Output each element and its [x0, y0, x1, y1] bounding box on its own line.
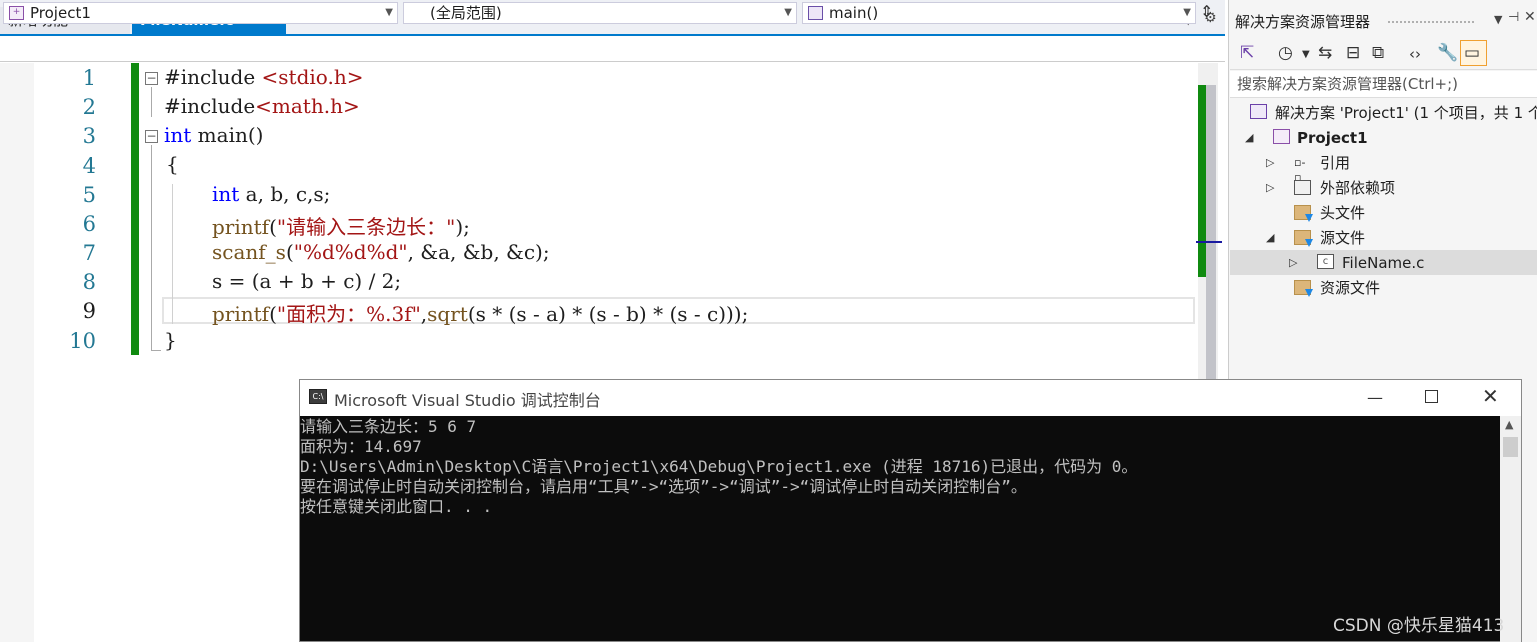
navigation-bar — [0, 36, 1225, 62]
chevron-down-icon[interactable]: ▼ — [1494, 13, 1502, 26]
scrollbar-change-marker — [1198, 85, 1206, 277]
change-tracking-bar — [131, 63, 139, 355]
references-icon: ▫-▫ — [1294, 156, 1306, 184]
tree-item-header-files[interactable]: 头文件 — [1320, 201, 1365, 225]
chevron-down-icon[interactable]: ▼ — [1302, 49, 1310, 60]
line-number: 2 — [82, 95, 96, 119]
code-line: #include<math.h> — [164, 94, 360, 118]
scope-dropdown-value: (全局范围) — [430, 4, 502, 22]
sync-icon[interactable]: ⇆ — [1318, 43, 1332, 63]
collapse-all-icon[interactable]: ⊟ — [1346, 43, 1360, 63]
code-line: int main() — [164, 123, 264, 147]
project-dropdown-value: Project1 — [30, 4, 91, 22]
console-app-icon: C:\ — [309, 389, 327, 404]
tree-item-resource-files[interactable]: 资源文件 — [1320, 276, 1380, 300]
code-line: { — [166, 152, 179, 176]
expanded-arrow-icon[interactable]: ◢ — [1245, 131, 1253, 144]
minimize-icon[interactable]: — — [1367, 388, 1383, 407]
collapsed-arrow-icon[interactable]: ▷ — [1266, 156, 1274, 169]
code-line: } — [164, 328, 177, 352]
fold-guide — [151, 350, 161, 351]
close-icon[interactable]: ✕ — [1482, 384, 1499, 408]
watermark: CSDN @快乐星猫413 — [1333, 616, 1505, 636]
solution-icon — [1250, 104, 1267, 119]
maximize-icon[interactable] — [1425, 390, 1438, 403]
console-line: 要在调试停止时自动关闭控制台，请启用“工具”->“选项”->“调试”->“调试停… — [300, 477, 1027, 496]
collapsed-arrow-icon[interactable]: ▷ — [1266, 181, 1274, 194]
line-number: 9 — [82, 299, 96, 323]
scroll-up-arrow-icon[interactable]: ▲ — [1505, 418, 1513, 431]
tree-item-filename-c[interactable]: FileName.c — [1342, 251, 1424, 275]
tree-solution[interactable]: 解决方案 'Project1' (1 个项目，共 1 个) — [1275, 101, 1537, 125]
c-file-icon: c — [1317, 254, 1334, 269]
filter-folder-icon — [1294, 230, 1311, 245]
line-number: 8 — [82, 270, 96, 294]
scrollbar-thumb[interactable] — [1206, 85, 1216, 381]
code-line: s = (a + b + c) / 2; — [212, 269, 402, 293]
line-number: 7 — [82, 241, 96, 265]
line-number: 1 — [82, 66, 96, 90]
panel-title: 解决方案资源管理器 — [1235, 13, 1371, 31]
fold-guide — [151, 145, 152, 350]
tree-item-source-files[interactable]: 源文件 — [1320, 226, 1365, 250]
collapse-icon[interactable]: − — [145, 72, 158, 85]
solution-search-input[interactable]: 搜索解决方案资源管理器(Ctrl+;) — [1230, 71, 1537, 98]
method-cube-icon — [808, 6, 823, 20]
code-line: #include <stdio.h> — [164, 65, 364, 89]
tree-item-references[interactable]: 引用 — [1320, 151, 1350, 175]
tree-project[interactable]: Project1 — [1297, 126, 1368, 150]
console-output: 请输入三条边长：5 6 7 面积为：14.697 D:\Users\Admin\De… — [300, 417, 1137, 517]
function-dropdown-value: main() — [829, 4, 879, 22]
filter-folder-icon — [1294, 280, 1311, 295]
code-line: printf("请输入三条边长："); — [212, 215, 470, 239]
editor-indicator-margin — [0, 63, 34, 642]
view-code-icon[interactable]: ‹› — [1409, 45, 1421, 63]
console-title: Microsoft Visual Studio 调试控制台 — [334, 391, 601, 410]
tree-item-external-deps[interactable]: 外部依赖项 — [1320, 176, 1395, 200]
show-all-files-icon[interactable]: ⧉ — [1372, 43, 1384, 63]
pin-icon[interactable]: ⊣ — [1508, 10, 1519, 25]
scrollbar-thumb[interactable] — [1503, 437, 1518, 457]
close-icon[interactable]: ✕ — [1524, 9, 1536, 25]
scrollbar-caret-marker — [1196, 241, 1222, 243]
collapsed-arrow-icon[interactable]: ▷ — [1289, 256, 1297, 269]
console-line: 面积为：14.697 — [300, 437, 422, 456]
expanded-arrow-icon[interactable]: ◢ — [1266, 231, 1274, 244]
scope-dropdown[interactable]: (全局范围) ▼ — [403, 2, 797, 24]
fold-guide — [151, 87, 152, 117]
line-number: 5 — [82, 183, 96, 207]
external-deps-icon — [1294, 180, 1311, 195]
properties-wrench-icon[interactable]: 🔧 — [1437, 43, 1458, 63]
collapse-icon[interactable]: − — [145, 130, 158, 143]
panel-drag-grip[interactable] — [1387, 20, 1475, 24]
filter-folder-icon — [1294, 205, 1311, 220]
code-line: printf("面积为：%.3f",sqrt(s * (s - a) * (s … — [212, 302, 749, 326]
switch-views-icon[interactable]: ⇱ — [1240, 43, 1254, 63]
code-line: scanf_s("%d%d%d", &a, &b, &c); — [212, 240, 550, 264]
code-line: int a, b, c,s; — [212, 182, 331, 206]
line-number: 6 — [82, 212, 96, 236]
console-line: 请输入三条边长：5 6 7 — [300, 417, 477, 436]
console-line: D:\Users\Admin\Desktop\C语言\Project1\x64\… — [300, 457, 1138, 476]
line-number: 4 — [82, 154, 96, 178]
chevron-down-icon: ▼ — [385, 7, 393, 18]
preview-selected-icon[interactable]: ▭ — [1464, 43, 1480, 63]
project-icon: + — [9, 6, 24, 20]
split-window-icon[interactable]: ⇕ — [1200, 2, 1213, 21]
function-dropdown[interactable]: main() ▼ — [802, 2, 1196, 24]
chevron-down-icon: ▼ — [1183, 7, 1191, 18]
pending-changes-clock-icon[interactable]: ◷ — [1278, 43, 1293, 63]
line-number: 10 — [69, 329, 96, 353]
console-line: 按任意键关闭此窗口. . . — [300, 497, 493, 516]
indent-guide — [172, 184, 173, 324]
c-project-icon — [1273, 129, 1290, 144]
chevron-down-icon: ▼ — [784, 7, 792, 18]
project-dropdown[interactable]: + Project1 ▼ — [3, 2, 398, 24]
line-number: 3 — [82, 124, 96, 148]
